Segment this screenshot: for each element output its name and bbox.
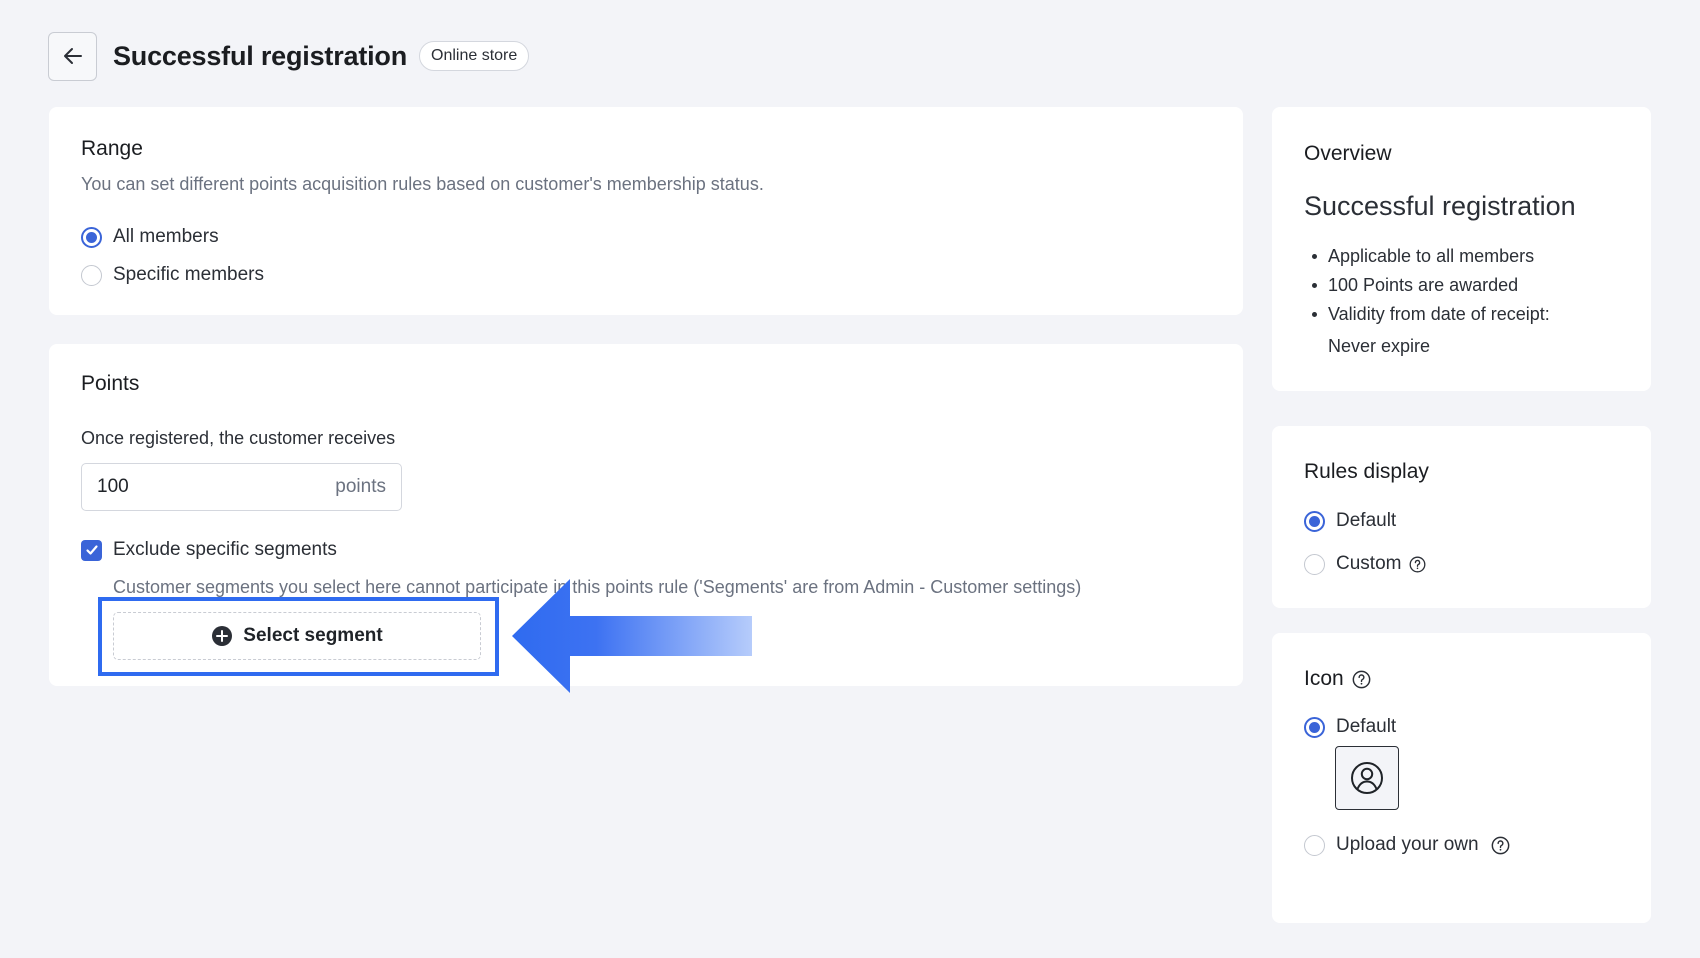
- overview-heading: Overview: [1304, 142, 1392, 165]
- radio-button[interactable]: [81, 226, 102, 248]
- radio-icon-upload[interactable]: Upload your own: [1304, 830, 1510, 860]
- list-item: 100 Points are awarded: [1304, 271, 1550, 300]
- radio-label: Default: [1336, 716, 1397, 737]
- points-prompt: Once registered, the customer receives: [81, 428, 396, 448]
- help-circle-icon[interactable]: [1491, 836, 1510, 855]
- page-header: Successful registration Online store: [48, 31, 530, 81]
- points-value[interactable]: 100: [97, 476, 129, 498]
- points-input[interactable]: 100 points: [81, 463, 402, 511]
- overview-card: Overview Successful registration Applica…: [1272, 107, 1651, 391]
- radio-rules-custom[interactable]: Custom: [1304, 549, 1426, 579]
- radio-button[interactable]: [1304, 510, 1325, 532]
- checkmark-icon: [85, 545, 98, 555]
- back-button[interactable]: [48, 31, 97, 81]
- radio-label: Upload your own: [1336, 834, 1479, 855]
- rules-display-title: Rules display: [1304, 460, 1429, 483]
- arrow-left-icon: [63, 48, 82, 64]
- range-description: You can set different points acquisition…: [81, 174, 764, 194]
- overview-validity-value: Never expire: [1328, 336, 1431, 356]
- pointer-arrow-icon: [512, 579, 752, 693]
- radio-label: Default: [1336, 510, 1397, 531]
- radio-button[interactable]: [1304, 716, 1325, 738]
- radio-all-members[interactable]: All members: [81, 222, 264, 252]
- default-icon-preview[interactable]: [1335, 746, 1399, 810]
- page-title: Successful registration: [113, 40, 407, 71]
- points-unit: points: [335, 476, 386, 497]
- radio-specific-members[interactable]: Specific members: [81, 260, 264, 290]
- highlight-box: [98, 597, 499, 676]
- overview-title: Successful registration: [1304, 191, 1576, 221]
- radio-label: All members: [113, 226, 219, 247]
- user-avatar-icon: [1351, 762, 1383, 794]
- help-circle-icon[interactable]: [1352, 670, 1371, 689]
- radio-button[interactable]: [81, 264, 102, 286]
- icon-title: Icon: [1304, 667, 1344, 690]
- channel-badge: Online store: [419, 41, 530, 71]
- radio-label: Specific members: [113, 264, 264, 285]
- range-title: Range: [81, 137, 143, 160]
- overview-list: Applicable to all members 100 Points are…: [1304, 242, 1550, 329]
- radio-icon-default[interactable]: Default: [1304, 712, 1396, 742]
- list-item: Applicable to all members: [1304, 242, 1550, 271]
- exclude-segments-label: Exclude specific segments: [113, 539, 337, 560]
- points-title: Points: [81, 372, 140, 395]
- radio-button[interactable]: [1304, 834, 1325, 856]
- icon-card: Icon Default Upload your own: [1272, 633, 1651, 923]
- help-circle-icon[interactable]: [1409, 556, 1426, 573]
- radio-label: Custom: [1336, 553, 1402, 574]
- radio-button[interactable]: [1304, 553, 1325, 575]
- rules-display-card: Rules display Default Custom: [1272, 426, 1651, 608]
- exclude-segments-checkbox[interactable]: [81, 539, 102, 561]
- range-card: Range You can set different points acqui…: [49, 107, 1243, 315]
- exclude-segments-row[interactable]: Exclude specific segments: [81, 539, 337, 561]
- list-item: Validity from date of receipt:: [1304, 300, 1550, 329]
- radio-rules-default[interactable]: Default: [1304, 506, 1426, 536]
